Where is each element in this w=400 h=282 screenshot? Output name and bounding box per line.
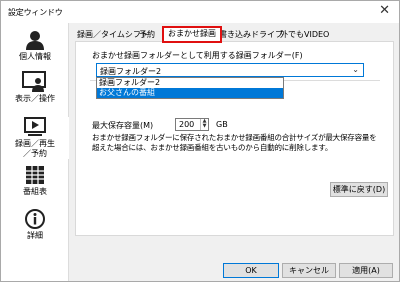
sidebar-item-label: 表示／操作 [15, 94, 55, 103]
sidebar-item-display[interactable]: 表示／操作 [1, 70, 69, 104]
close-icon[interactable]: ✕ [379, 4, 390, 18]
window-title: 設定ウィンドウ [8, 8, 63, 17]
sidebar-item-guide[interactable]: 番組表 [1, 165, 69, 197]
folder-dropdown-list: 録画フォルダー2 お父さんの番組 [96, 77, 284, 99]
sidebar: 個人情報 表示／操作 録画／再生／予約 番組表 詳細 [1, 23, 69, 281]
description-text: おまかせ録画フォルダーに保存されたおまかせ録画番組の合計サイズが最大保存容量を超… [92, 133, 377, 152]
folder-option[interactable]: 録画フォルダー2 [97, 78, 283, 88]
folder-option-selected[interactable]: お父さんの番組 [97, 88, 283, 98]
reset-default-button[interactable]: 標準に戻す(D) [330, 182, 388, 197]
sidebar-item-label: 番組表 [23, 187, 47, 196]
sidebar-item-label: 詳細 [27, 231, 43, 240]
max-capacity-value: 200 [179, 120, 195, 129]
settings-window: 設定ウィンドウ ✕ 個人情報 表示／操作 録画／再生／予約 番組表 詳細 録画／… [0, 0, 400, 282]
person-icon [26, 31, 44, 50]
folder-select[interactable]: 録画フォルダー2 ⌄ [96, 63, 364, 77]
ok-button[interactable]: OK [223, 263, 279, 278]
sidebar-item-recording[interactable]: 録画／再生／予約 [1, 117, 69, 159]
apply-button[interactable]: 適用(A) [339, 263, 393, 278]
sidebar-item-detail[interactable]: 詳細 [1, 209, 69, 241]
folder-label: おまかせ録画フォルダーとして利用する録画フォルダー(F) [92, 51, 303, 60]
folder-select-value: 録画フォルダー2 [100, 67, 162, 76]
cancel-button[interactable]: キャンセル [282, 263, 336, 278]
sidebar-item-personal[interactable]: 個人情報 [1, 30, 69, 62]
sidebar-item-label: 録画／再生／予約 [15, 139, 55, 158]
play-screen-icon [24, 117, 46, 136]
max-capacity-label: 最大保存容量(M) [92, 121, 154, 130]
tab-auto-recording[interactable]: おまかせ録画 [162, 26, 222, 43]
title-bar: 設定ウィンドウ ✕ [1, 1, 399, 23]
max-capacity-input[interactable]: 200 ▲ ▼ [175, 118, 209, 131]
tab-reservation[interactable]: 予約 [135, 28, 159, 42]
info-icon [25, 209, 45, 229]
tab-bar: 録画／タイムシフト 予約 おまかせ録画 書き込みドライブ 外でもVIDEO [73, 26, 397, 43]
spinner-icon[interactable]: ▲ ▼ [200, 119, 208, 130]
tab-outside-video[interactable]: 外でもVIDEO [276, 28, 333, 42]
person-screen-icon [22, 71, 46, 92]
max-capacity-unit: GB [216, 120, 228, 129]
grid-icon [26, 166, 44, 184]
sidebar-item-label: 個人情報 [19, 52, 51, 61]
auto-recording-panel: おまかせ録画フォルダーとして利用する録画フォルダー(F) 録画フォルダー2 ⌄ … [75, 41, 394, 236]
chevron-down-icon: ⌄ [352, 65, 359, 74]
